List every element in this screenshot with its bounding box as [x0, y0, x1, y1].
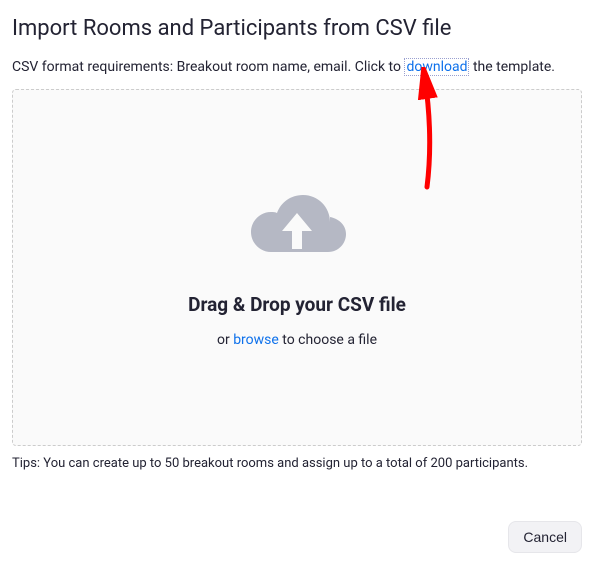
dropzone-heading: Drag & Drop your CSV file — [188, 293, 406, 316]
format-prefix: CSV format requirements: Breakout room n… — [12, 59, 404, 75]
format-suffix: the template. — [469, 59, 555, 75]
dialog-footer: Cancel — [508, 521, 582, 553]
dropzone-subtext: or browse to choose a file — [217, 332, 377, 348]
cloud-upload-icon — [242, 187, 352, 271]
dropzone-or: or — [217, 332, 233, 348]
tips-text: Tips: You can create up to 50 breakout r… — [12, 456, 582, 471]
format-requirements-text: CSV format requirements: Breakout room n… — [12, 59, 582, 75]
cancel-button[interactable]: Cancel — [508, 521, 582, 553]
csv-dropzone[interactable]: Drag & Drop your CSV file or browse to c… — [12, 89, 582, 446]
browse-link[interactable]: browse — [233, 332, 279, 348]
page-title: Import Rooms and Participants from CSV f… — [12, 16, 582, 41]
dropzone-rest: to choose a file — [279, 332, 377, 348]
download-template-link[interactable]: download — [404, 58, 469, 76]
